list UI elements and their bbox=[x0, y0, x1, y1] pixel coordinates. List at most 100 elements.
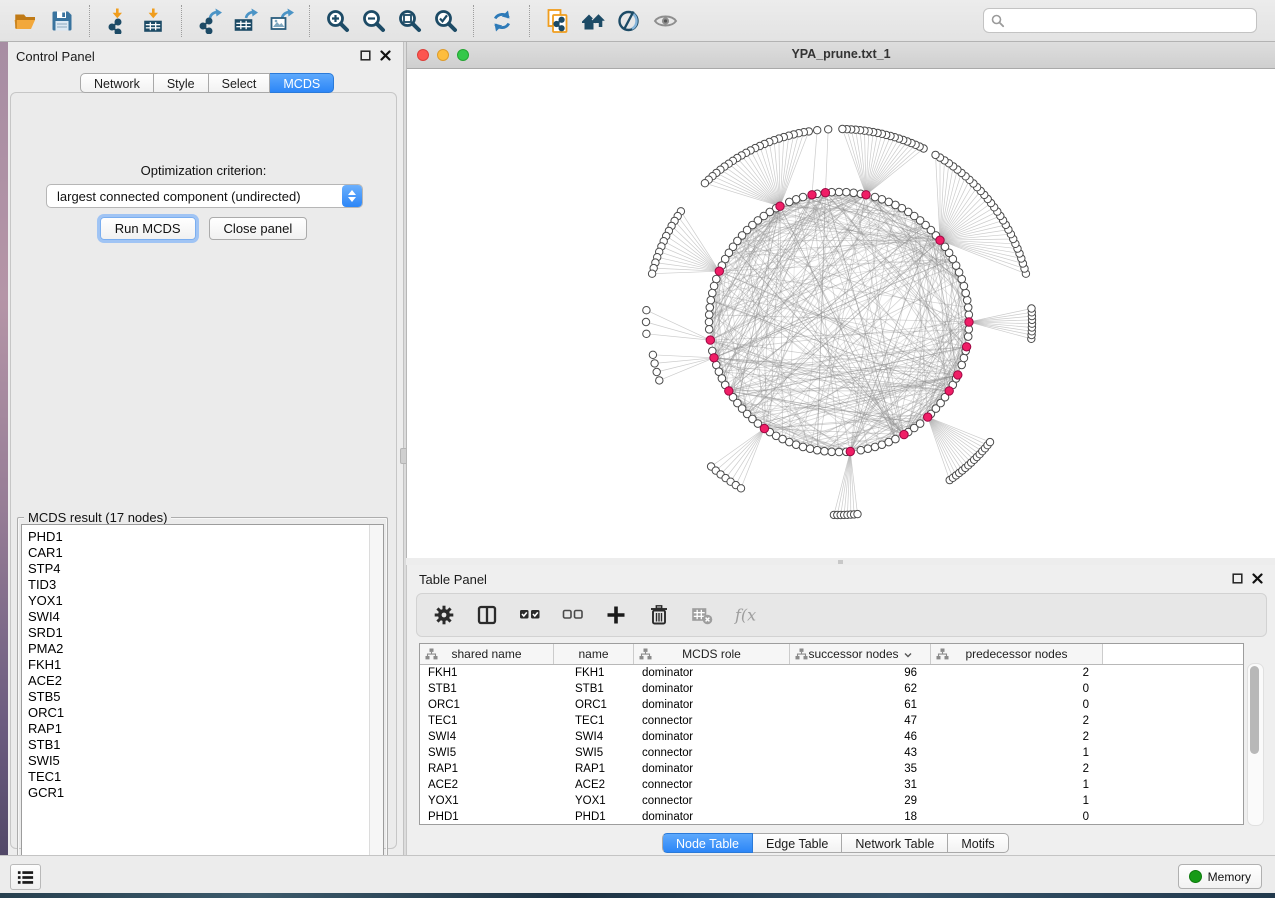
mcds-result-item[interactable]: CAR1 bbox=[28, 545, 369, 561]
tab-node-table[interactable]: Node Table bbox=[662, 833, 753, 853]
graph-node[interactable] bbox=[701, 180, 708, 187]
function-builder-icon[interactable]: f(x) bbox=[732, 602, 758, 628]
table-row[interactable]: RAP1RAP1dominator352 bbox=[420, 761, 1243, 777]
list-scrollbar[interactable] bbox=[369, 525, 383, 886]
column-header-successor-nodes[interactable]: successor nodes bbox=[790, 644, 931, 664]
export-table-icon[interactable] bbox=[228, 4, 264, 38]
tab-mcds[interactable]: MCDS bbox=[270, 73, 334, 93]
float-panel-icon[interactable] bbox=[360, 50, 371, 61]
mcds-result-item[interactable]: PMA2 bbox=[28, 641, 369, 657]
mcds-result-item[interactable]: GCR1 bbox=[28, 785, 369, 801]
network-window-titlebar[interactable]: YPA_prune.txt_1 bbox=[407, 42, 1275, 69]
graph-node[interactable] bbox=[651, 360, 658, 367]
graph-node[interactable] bbox=[821, 447, 829, 455]
graph-node[interactable] bbox=[843, 188, 851, 196]
show-visual-icon[interactable] bbox=[648, 4, 684, 38]
cell-successor-nodes[interactable]: 29 bbox=[790, 793, 931, 809]
mcds-result-item[interactable]: STB1 bbox=[28, 737, 369, 753]
graph-node[interactable] bbox=[705, 311, 713, 319]
cell-predecessor-nodes[interactable]: 2 bbox=[931, 665, 1103, 681]
cell-MCDS-role[interactable]: dominator bbox=[634, 761, 790, 777]
cell-predecessor-nodes[interactable]: 0 bbox=[931, 809, 1103, 825]
graph-node[interactable] bbox=[649, 351, 656, 358]
cell-name[interactable]: YOX1 bbox=[554, 793, 634, 809]
graph-node[interactable] bbox=[963, 296, 971, 304]
cell-name[interactable]: SWI4 bbox=[554, 729, 634, 745]
open-file-icon[interactable] bbox=[8, 4, 44, 38]
tab-motifs[interactable]: Motifs bbox=[948, 833, 1008, 853]
graph-node[interactable] bbox=[653, 368, 660, 375]
graph-node[interactable] bbox=[932, 151, 939, 158]
show-all-networks-icon[interactable] bbox=[576, 4, 612, 38]
network-canvas[interactable] bbox=[407, 69, 1275, 558]
apply-layout-icon[interactable] bbox=[484, 4, 520, 38]
mcds-result-item[interactable]: YOX1 bbox=[28, 593, 369, 609]
cell-shared-name[interactable]: STB1 bbox=[420, 681, 554, 697]
mcds-result-item[interactable]: RAP1 bbox=[28, 721, 369, 737]
table-row[interactable]: YOX1YOX1connector291 bbox=[420, 793, 1243, 809]
cell-successor-nodes[interactable]: 62 bbox=[790, 681, 931, 697]
mcds-result-item[interactable]: SWI5 bbox=[28, 753, 369, 769]
mcds-result-list[interactable]: PHD1CAR1STP4TID3YOX1SWI4SRD1PMA2FKH1ACE2… bbox=[21, 524, 384, 887]
mcds-result-item[interactable]: STB5 bbox=[28, 689, 369, 705]
zoom-fit-icon[interactable] bbox=[392, 4, 428, 38]
cell-successor-nodes[interactable]: 43 bbox=[790, 745, 931, 761]
column-header-shared-name[interactable]: shared name bbox=[420, 644, 554, 664]
cell-successor-nodes[interactable]: 96 bbox=[790, 665, 931, 681]
cell-name[interactable]: PHD1 bbox=[554, 809, 634, 825]
graph-node[interactable] bbox=[705, 326, 713, 334]
cell-name[interactable]: FKH1 bbox=[554, 665, 634, 681]
graph-node[interactable] bbox=[825, 126, 832, 133]
graph-node[interactable] bbox=[835, 448, 843, 456]
graph-hub-node[interactable] bbox=[808, 191, 816, 199]
close-panel-icon[interactable] bbox=[1252, 573, 1263, 584]
graph-hub-node[interactable] bbox=[965, 318, 973, 326]
cell-predecessor-nodes[interactable]: 0 bbox=[931, 697, 1103, 713]
cell-shared-name[interactable]: SWI4 bbox=[420, 729, 554, 745]
table-row[interactable]: SWI4SWI4dominator462 bbox=[420, 729, 1243, 745]
cell-predecessor-nodes[interactable]: 1 bbox=[931, 793, 1103, 809]
tab-edge-table[interactable]: Edge Table bbox=[753, 833, 842, 853]
graph-hub-node[interactable] bbox=[924, 413, 932, 421]
column-header-MCDS-role[interactable]: MCDS role bbox=[634, 644, 790, 664]
cell-shared-name[interactable]: TEC1 bbox=[420, 713, 554, 729]
cell-predecessor-nodes[interactable]: 1 bbox=[931, 777, 1103, 793]
graph-node[interactable] bbox=[813, 446, 821, 454]
cell-MCDS-role[interactable]: dominator bbox=[634, 697, 790, 713]
graph-node[interactable] bbox=[892, 435, 900, 443]
cell-shared-name[interactable]: YOX1 bbox=[420, 793, 554, 809]
cell-shared-name[interactable]: RAP1 bbox=[420, 761, 554, 777]
cell-predecessor-nodes[interactable]: 0 bbox=[931, 681, 1103, 697]
graph-node[interactable] bbox=[737, 485, 744, 492]
export-image-icon[interactable] bbox=[264, 4, 300, 38]
cell-MCDS-role[interactable]: dominator bbox=[634, 729, 790, 745]
cell-successor-nodes[interactable]: 46 bbox=[790, 729, 931, 745]
table-settings-icon[interactable] bbox=[431, 602, 457, 628]
graph-hub-node[interactable] bbox=[710, 354, 718, 362]
tab-select[interactable]: Select bbox=[209, 73, 271, 93]
cell-name[interactable]: STB1 bbox=[554, 681, 634, 697]
cell-MCDS-role[interactable]: connector bbox=[634, 793, 790, 809]
graph-node[interactable] bbox=[707, 296, 715, 304]
cell-MCDS-role[interactable]: connector bbox=[634, 745, 790, 761]
mcds-result-item[interactable]: TEC1 bbox=[28, 769, 369, 785]
cell-predecessor-nodes[interactable]: 1 bbox=[931, 745, 1103, 761]
mcds-result-item[interactable]: ACE2 bbox=[28, 673, 369, 689]
cell-predecessor-nodes[interactable]: 2 bbox=[931, 761, 1103, 777]
graph-hub-node[interactable] bbox=[945, 387, 953, 395]
graph-node[interactable] bbox=[643, 307, 650, 314]
graph-node[interactable] bbox=[710, 282, 718, 290]
table-row[interactable]: PHD1PHD1dominator180 bbox=[420, 809, 1243, 825]
graph-node[interactable] bbox=[986, 438, 993, 445]
graph-node[interactable] bbox=[964, 333, 972, 341]
cell-name[interactable]: TEC1 bbox=[554, 713, 634, 729]
table-row[interactable]: TEC1TEC1connector472 bbox=[420, 713, 1243, 729]
mcds-result-item[interactable]: PHD1 bbox=[28, 529, 369, 545]
column-header-predecessor-nodes[interactable]: predecessor nodes bbox=[931, 644, 1103, 664]
cell-MCDS-role[interactable]: connector bbox=[634, 713, 790, 729]
graph-node[interactable] bbox=[871, 193, 879, 201]
mcds-result-item[interactable]: TID3 bbox=[28, 577, 369, 593]
hide-visual-icon[interactable] bbox=[612, 4, 648, 38]
table-row[interactable]: SWI5SWI5connector431 bbox=[420, 745, 1243, 761]
cell-successor-nodes[interactable]: 47 bbox=[790, 713, 931, 729]
